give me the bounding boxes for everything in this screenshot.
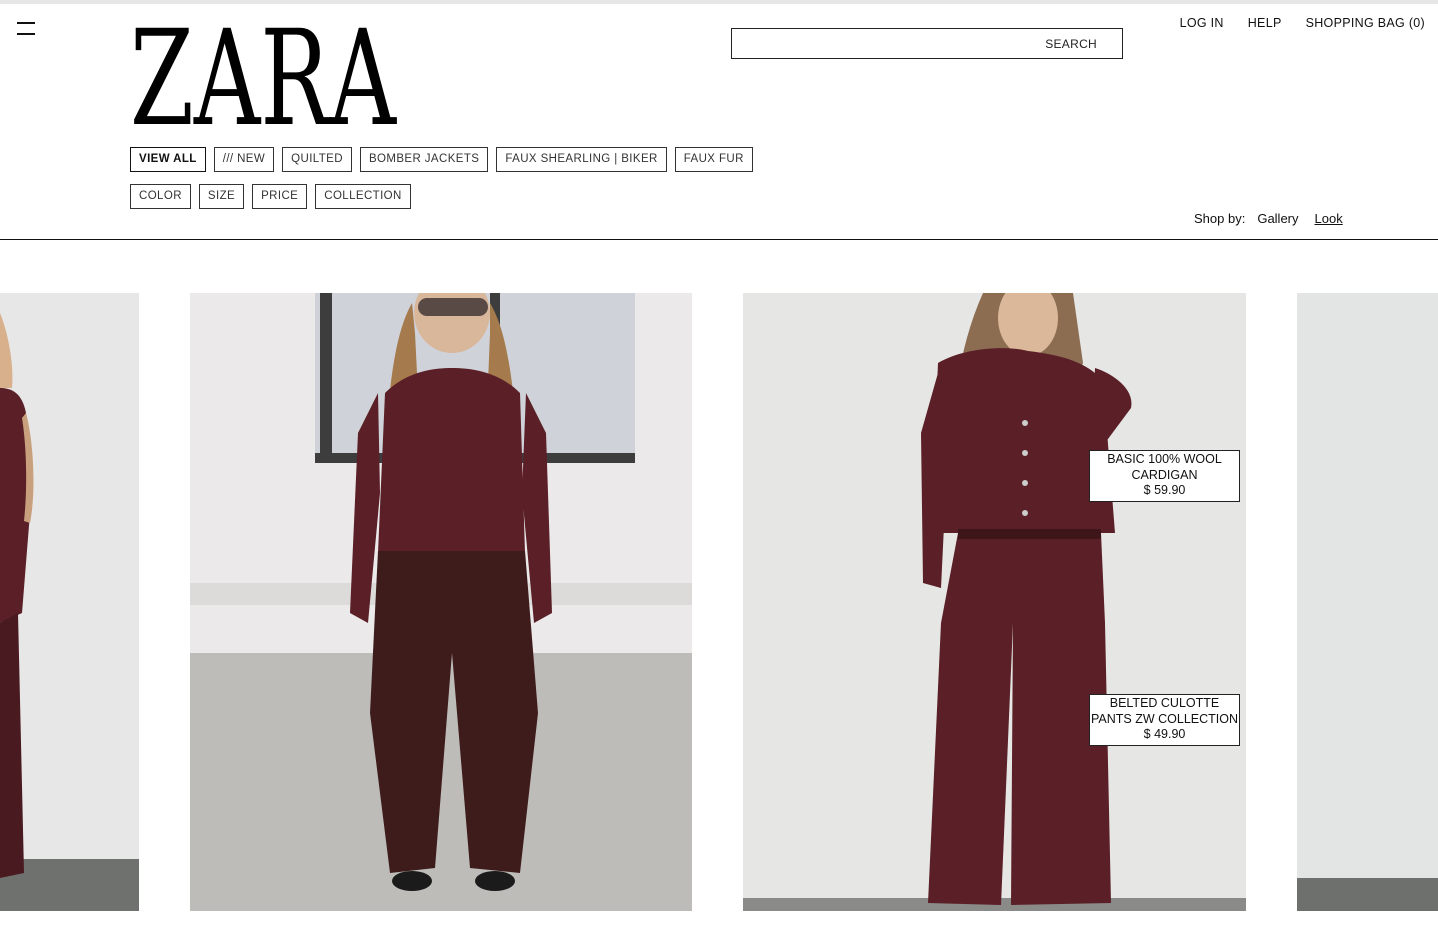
shopping-bag-link[interactable]: SHOPPING BAG (0) [1306,16,1425,30]
filter-new[interactable]: /// NEW [213,147,275,172]
filter-color[interactable]: COLOR [130,184,191,209]
filter-faux-fur[interactable]: FAUX FUR [674,147,753,172]
filter-view-all[interactable]: VIEW ALL [130,147,206,172]
help-link[interactable]: HELP [1248,16,1282,30]
filter-size[interactable]: SIZE [198,184,245,209]
look-image-partial-right[interactable] [1297,293,1438,911]
header-links: LOG IN HELP SHOPPING BAG (0) [1180,16,1425,30]
filter-quilted[interactable]: QUILTED [282,147,352,172]
refine-filters: COLOR SIZE PRICE COLLECTION [130,184,411,209]
product-name-line1: BELTED CULOTTE [1109,696,1220,710]
shop-by-label: Shop by: [1194,211,1246,226]
product-tag-culotte-pants[interactable]: BELTED CULOTTE PANTS ZW COLLECTION $ 49.… [1089,694,1240,746]
product-tag-cardigan[interactable]: BASIC 100% WOOL CARDIGAN $ 59.90 [1089,450,1240,502]
shop-by-switcher: Shop by: Gallery Look [1194,211,1347,226]
filter-faux-shearling-biker[interactable]: FAUX SHEARLING | BIKER [496,147,667,172]
hamburger-menu-icon[interactable] [17,20,35,36]
search-label[interactable]: SEARCH [1045,37,1097,51]
product-name-line2: PANTS ZW COLLECTION [1090,711,1238,726]
shop-by-gallery[interactable]: Gallery [1257,211,1298,226]
filter-collection[interactable]: COLLECTION [315,184,411,209]
search-input[interactable]: SEARCH [731,28,1123,59]
product-price: $ 49.90 [1143,727,1186,741]
login-link[interactable]: LOG IN [1180,16,1224,30]
header-divider [0,239,1438,240]
category-filters: VIEW ALL /// NEW QUILTED BOMBER JACKETS … [130,147,753,172]
product-name-line2: CARDIGAN [1131,467,1198,482]
look-image-partial-left[interactable] [0,293,139,911]
filter-price[interactable]: PRICE [252,184,308,209]
shop-by-look[interactable]: Look [1311,211,1347,226]
product-name-line1: BASIC 100% WOOL [1107,452,1222,466]
filter-bomber-jackets[interactable]: BOMBER JACKETS [359,147,489,172]
zara-logo[interactable]: ZARA [128,14,398,130]
look-image-cardigan-culottes[interactable] [743,293,1246,911]
svg-text:ZARA: ZARA [130,14,397,130]
product-price: $ 59.90 [1143,483,1186,497]
look-image-turtleneck[interactable] [190,293,692,911]
top-strip [0,0,1438,4]
